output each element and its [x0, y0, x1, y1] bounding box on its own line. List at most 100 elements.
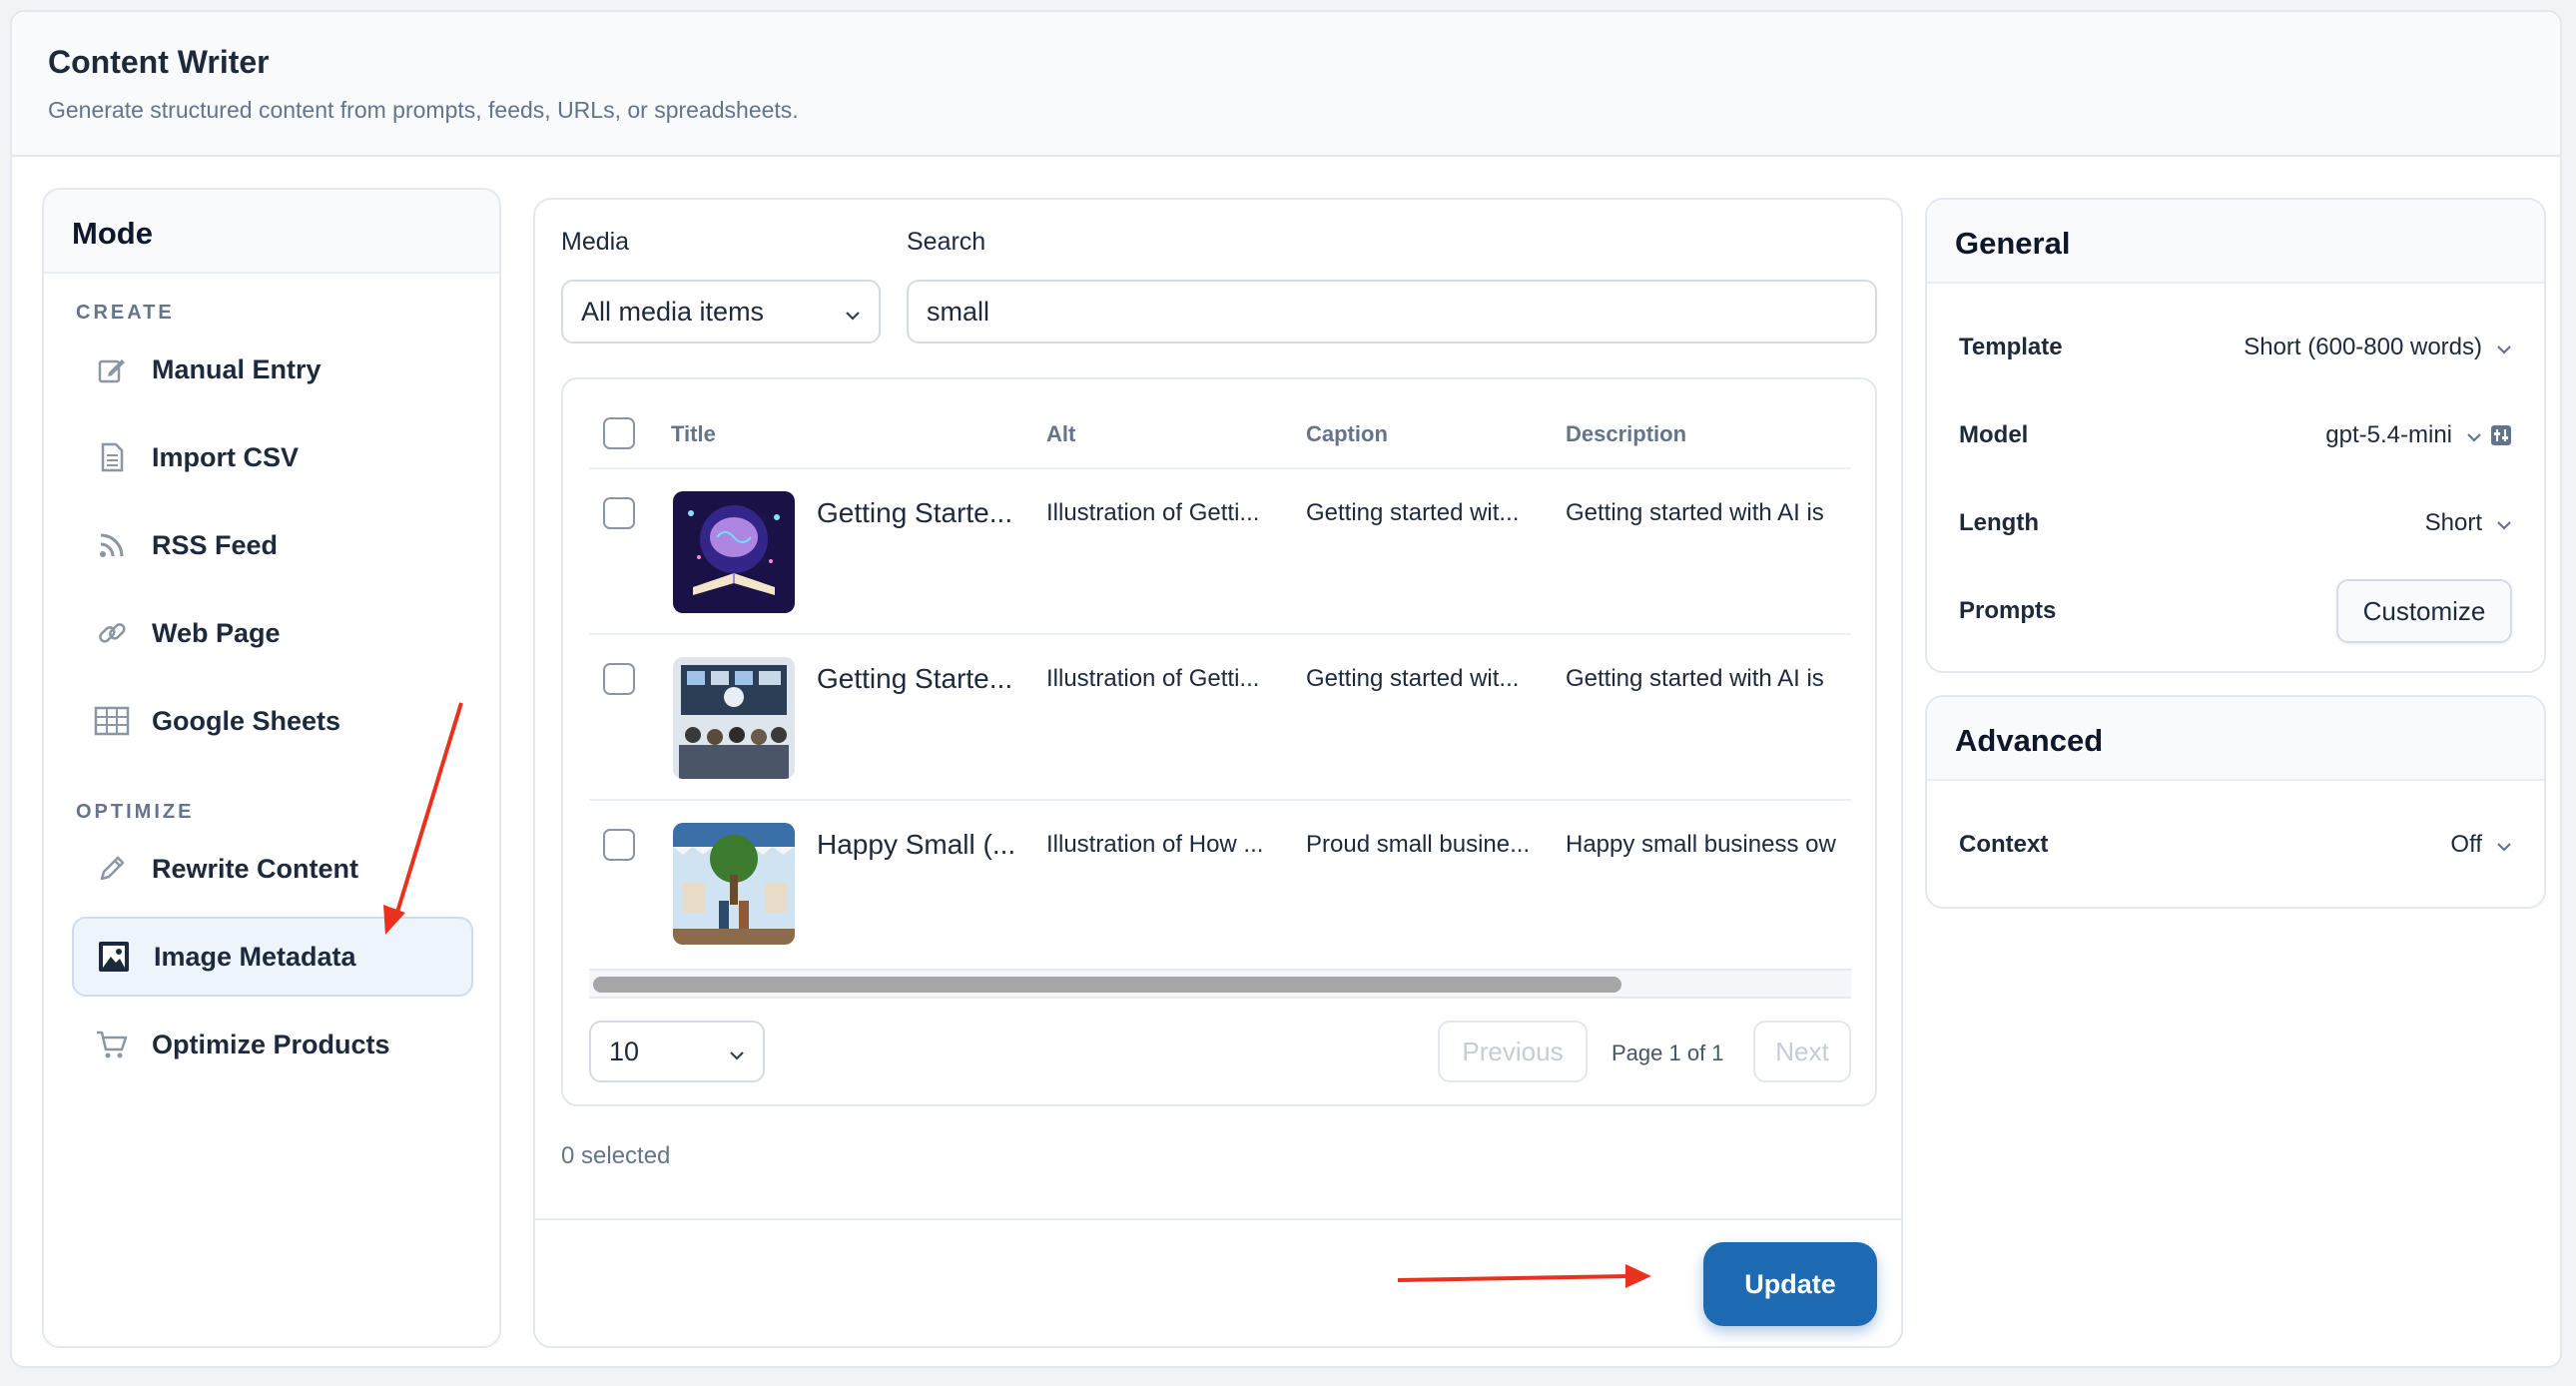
- selected-count: 0 selected: [561, 1142, 671, 1169]
- content-writer-app: Content Writer Generate structured conte…: [10, 10, 2562, 1368]
- rss-icon: [92, 525, 132, 565]
- cell-title: Happy Small (...: [817, 829, 1016, 860]
- chevron-down-icon: [2466, 421, 2482, 449]
- chevron-down-icon: [2496, 334, 2512, 361]
- cell-alt: Illustration of Getti...: [1046, 665, 1260, 692]
- general-panel: General Template Short (600-800 words) M…: [1925, 198, 2546, 673]
- sidebar-item-label: RSS Feed: [152, 529, 279, 560]
- sidebar-item-label: Google Sheets: [152, 705, 341, 736]
- cell-title: Getting Starte...: [817, 663, 1013, 694]
- template-select[interactable]: Short (600-800 words): [2244, 334, 2512, 361]
- cell-caption: Proud small busine...: [1306, 831, 1531, 858]
- search-input[interactable]: [907, 280, 1877, 344]
- column-header-description[interactable]: Description: [1566, 421, 1686, 447]
- sidebar-item-label: Manual Entry: [152, 353, 322, 384]
- model-value: gpt-5.4-mini: [2325, 421, 2452, 448]
- sidebar-item-label: Rewrite Content: [152, 853, 359, 884]
- model-settings-icon[interactable]: [2490, 424, 2512, 446]
- chevron-down-icon: [845, 297, 861, 328]
- cell-description: Getting started with AI is: [1566, 499, 1824, 526]
- column-header-title[interactable]: Title: [671, 421, 716, 447]
- prompts-label: Prompts: [1959, 597, 2057, 624]
- mode-panel: Mode CREATE Manual Entry Import CSV RSS …: [42, 188, 501, 1348]
- sidebar-item-optimize-products[interactable]: Optimize Products: [72, 1005, 473, 1084]
- advanced-panel: Advanced Context Off: [1925, 695, 2546, 909]
- link-icon: [92, 613, 132, 653]
- sidebar-item-image-metadata[interactable]: Image Metadata: [72, 917, 473, 997]
- column-header-alt[interactable]: Alt: [1046, 421, 1075, 447]
- media-select[interactable]: All media items: [561, 280, 881, 344]
- footer-divider: [535, 1218, 1901, 1220]
- per-page-select[interactable]: 10: [589, 1021, 765, 1082]
- cell-alt: Illustration of How ...: [1046, 831, 1264, 858]
- scrollbar-thumb[interactable]: [593, 977, 1621, 993]
- cell-caption: Getting started wit...: [1306, 499, 1520, 526]
- cell-caption: Getting started wit...: [1306, 665, 1520, 692]
- per-page-value: 10: [609, 1036, 640, 1066]
- update-button[interactable]: Update: [1703, 1242, 1877, 1326]
- row-checkbox[interactable]: [603, 663, 635, 695]
- header-divider: [589, 467, 1851, 469]
- document-icon: [92, 437, 132, 477]
- sidebar-item-manual-entry[interactable]: Manual Entry: [72, 330, 473, 409]
- page-subtitle: Generate structured content from prompts…: [48, 97, 799, 123]
- page-info: Page 1 of 1: [1611, 1040, 1724, 1065]
- media-label: Media: [561, 228, 630, 256]
- sidebar-item-label: Web Page: [152, 617, 281, 648]
- model-select[interactable]: gpt-5.4-mini: [2325, 421, 2512, 449]
- search-label: Search: [907, 228, 986, 256]
- column-header-caption[interactable]: Caption: [1306, 421, 1388, 447]
- app-header: Content Writer Generate structured conte…: [12, 12, 2560, 157]
- sidebar-item-web-page[interactable]: Web Page: [72, 593, 473, 673]
- media-thumbnail[interactable]: [673, 491, 795, 613]
- row-divider: [589, 799, 1851, 801]
- template-label: Template: [1959, 334, 2063, 360]
- chevron-down-icon: [2496, 509, 2512, 537]
- sidebar-item-label: Image Metadata: [154, 941, 356, 972]
- sidebar-item-label: Optimize Products: [152, 1029, 390, 1059]
- previous-button[interactable]: Previous: [1438, 1021, 1588, 1082]
- context-select[interactable]: Off: [2450, 831, 2512, 859]
- advanced-panel-title: Advanced: [1927, 697, 2544, 781]
- customize-button[interactable]: Customize: [2336, 579, 2512, 643]
- next-button[interactable]: Next: [1753, 1021, 1851, 1082]
- media-thumbnail[interactable]: [673, 823, 795, 945]
- length-value: Short: [2424, 509, 2482, 536]
- sidebar-item-rewrite-content[interactable]: Rewrite Content: [72, 829, 473, 909]
- horizontal-scrollbar[interactable]: [589, 969, 1851, 999]
- image-icon: [94, 937, 134, 977]
- template-value: Short (600-800 words): [2244, 334, 2482, 360]
- row-checkbox[interactable]: [603, 829, 635, 861]
- select-all-checkbox[interactable]: [603, 417, 635, 449]
- length-select[interactable]: Short: [2425, 509, 2512, 537]
- sidebar-item-label: Import CSV: [152, 441, 300, 472]
- edit-icon: [92, 349, 132, 389]
- chevron-down-icon: [729, 1037, 745, 1067]
- cell-description: Getting started with AI is: [1566, 665, 1824, 692]
- general-panel-title: General: [1927, 200, 2544, 284]
- sidebar-item-google-sheets[interactable]: Google Sheets: [72, 681, 473, 761]
- table-icon: [92, 701, 132, 741]
- pencil-icon: [92, 849, 132, 889]
- mode-panel-title: Mode: [44, 190, 499, 274]
- cell-description: Happy small business ow: [1566, 831, 1836, 858]
- media-table: Title Alt Caption Description Getting St…: [561, 377, 1877, 1106]
- media-select-value: All media items: [581, 296, 765, 327]
- media-thumbnail[interactable]: [673, 657, 795, 779]
- context-label: Context: [1959, 831, 2049, 858]
- sidebar-item-rss-feed[interactable]: RSS Feed: [72, 505, 473, 585]
- page-title: Content Writer: [48, 44, 270, 80]
- length-label: Length: [1959, 509, 2039, 536]
- section-label-create: CREATE: [76, 302, 175, 324]
- cell-alt: Illustration of Getti...: [1046, 499, 1260, 526]
- row-divider: [589, 633, 1851, 635]
- sidebar-item-import-csv[interactable]: Import CSV: [72, 417, 473, 497]
- model-label: Model: [1959, 421, 2029, 448]
- context-value: Off: [2450, 831, 2482, 858]
- row-checkbox[interactable]: [603, 497, 635, 529]
- cell-title: Getting Starte...: [817, 497, 1013, 528]
- media-panel: Media Search All media items Title Alt C…: [533, 198, 1903, 1348]
- section-label-optimize: OPTIMIZE: [76, 801, 195, 823]
- cart-icon: [92, 1025, 132, 1064]
- chevron-down-icon: [2496, 831, 2512, 859]
